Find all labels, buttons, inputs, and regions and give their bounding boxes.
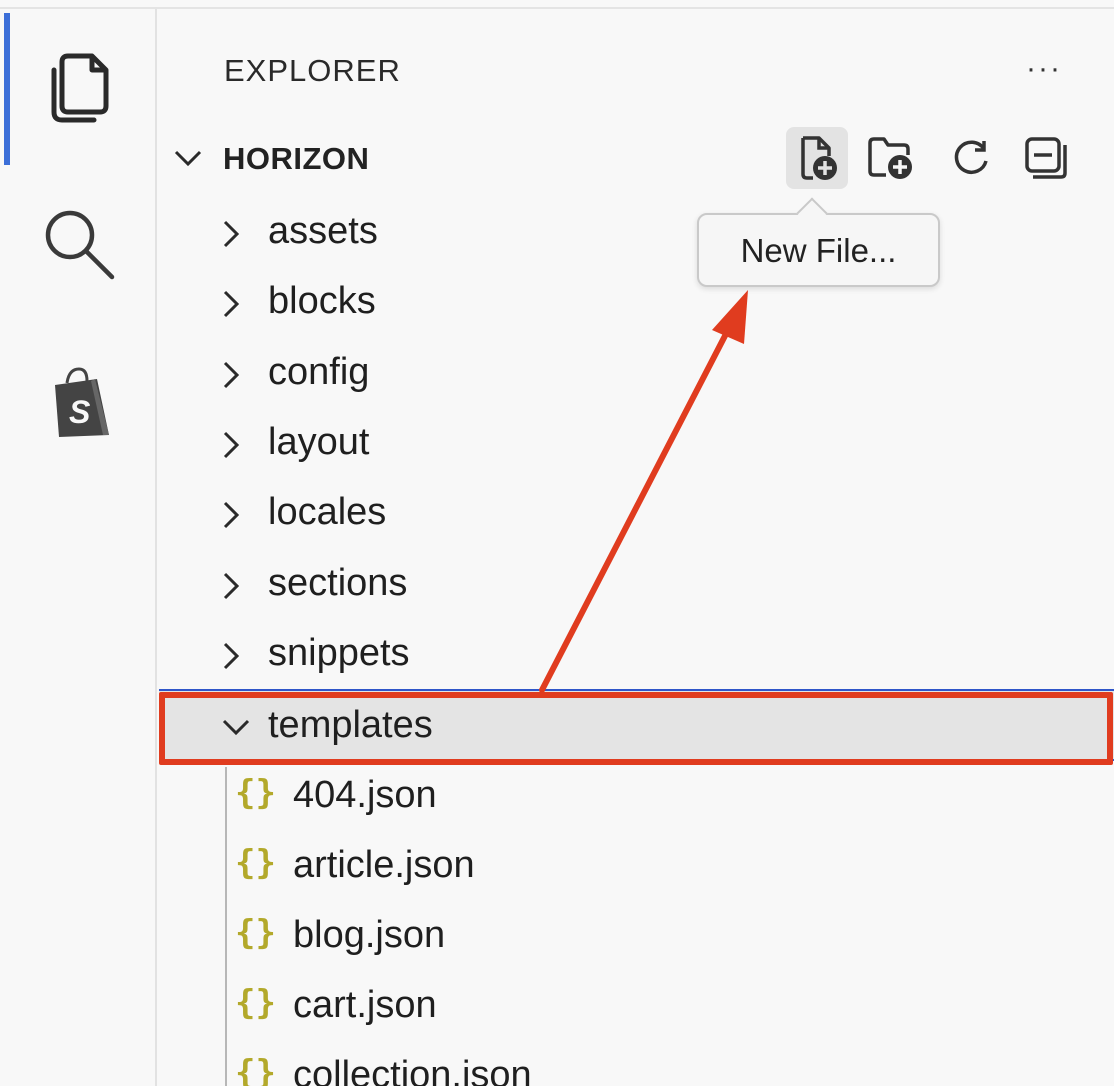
chevron-right-icon bbox=[221, 219, 241, 254]
folder-row-snippets[interactable]: snippets bbox=[159, 619, 1114, 689]
folder-label: layout bbox=[268, 421, 370, 463]
json-file-icon: {} bbox=[235, 1053, 276, 1086]
highlight-annotation-box bbox=[159, 692, 1113, 765]
new-file-tooltip: New File... bbox=[697, 197, 940, 287]
folder-row-assets[interactable]: assets bbox=[159, 197, 1114, 267]
workspace-name: HORIZON bbox=[223, 141, 370, 176]
folder-row-config[interactable]: config bbox=[159, 338, 1114, 408]
json-file-icon: {} bbox=[235, 913, 276, 953]
file-row[interactable]: {} collection.json bbox=[159, 1041, 1114, 1086]
new-file-button[interactable] bbox=[786, 127, 848, 189]
file-label: collection.json bbox=[293, 1054, 532, 1086]
tooltip-text: New File... bbox=[740, 232, 897, 269]
new-folder-icon bbox=[868, 137, 912, 179]
new-file-icon bbox=[801, 136, 837, 180]
chevron-right-icon bbox=[221, 571, 241, 606]
more-actions-button[interactable]: ··· bbox=[1019, 49, 1069, 89]
folder-label: assets bbox=[268, 210, 378, 252]
workspace-section-header[interactable]: HORIZON bbox=[159, 127, 1114, 193]
file-row[interactable]: {} blog.json bbox=[159, 901, 1114, 971]
folder-row-locales[interactable]: locales bbox=[159, 478, 1114, 548]
chevron-right-icon bbox=[221, 500, 241, 535]
shopify-icon[interactable]: S bbox=[38, 361, 122, 445]
chevron-right-icon bbox=[221, 360, 241, 395]
folder-label: snippets bbox=[268, 632, 410, 674]
new-folder-button[interactable] bbox=[860, 127, 922, 189]
file-label: cart.json bbox=[293, 984, 437, 1026]
folder-row-layout[interactable]: layout bbox=[159, 408, 1114, 478]
folder-row-blocks[interactable]: blocks bbox=[159, 267, 1114, 337]
folder-label: locales bbox=[268, 491, 387, 533]
json-file-icon: {} bbox=[235, 843, 276, 883]
explorer-sidebar: EXPLORER ··· HORIZON assets blocks confi… bbox=[159, 9, 1114, 1086]
file-row[interactable]: {} cart.json bbox=[159, 971, 1114, 1041]
activity-bar: S bbox=[0, 9, 157, 1086]
search-icon[interactable] bbox=[38, 203, 122, 287]
refresh-button[interactable] bbox=[940, 127, 1002, 189]
folder-label: sections bbox=[268, 562, 408, 604]
collapse-all-button[interactable] bbox=[1015, 127, 1077, 189]
json-file-icon: {} bbox=[235, 983, 276, 1023]
chevron-right-icon bbox=[221, 430, 241, 465]
file-label: 404.json bbox=[293, 774, 437, 816]
folder-label: config bbox=[268, 351, 370, 393]
collapse-all-icon bbox=[1025, 137, 1067, 179]
explorer-title: EXPLORER bbox=[224, 53, 401, 88]
file-row[interactable]: {} 404.json bbox=[159, 761, 1114, 831]
json-file-icon: {} bbox=[235, 773, 276, 813]
folder-row-sections[interactable]: sections bbox=[159, 549, 1114, 619]
chevron-down-icon bbox=[173, 147, 203, 174]
active-view-indicator bbox=[4, 13, 10, 165]
window-top-edge bbox=[0, 0, 1114, 9]
svg-text:S: S bbox=[69, 394, 91, 430]
file-label: blog.json bbox=[293, 914, 446, 956]
file-label: article.json bbox=[293, 844, 475, 886]
explorer-icon[interactable] bbox=[38, 45, 122, 129]
folder-label: blocks bbox=[268, 280, 376, 322]
chevron-right-icon bbox=[221, 641, 241, 676]
refresh-icon bbox=[954, 140, 988, 174]
file-row[interactable]: {} article.json bbox=[159, 831, 1114, 901]
chevron-right-icon bbox=[221, 289, 241, 324]
